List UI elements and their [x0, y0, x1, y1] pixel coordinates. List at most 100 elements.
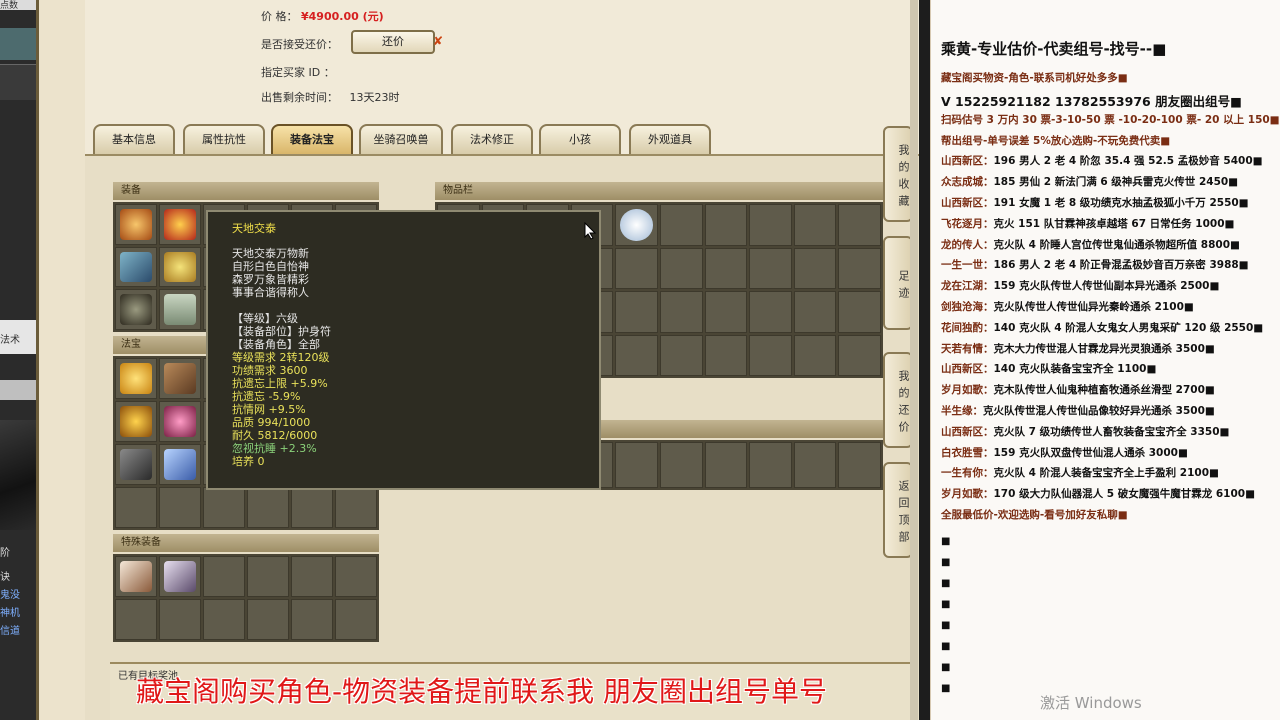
special-slot[interactable] — [291, 556, 333, 597]
fabao-slot[interactable] — [159, 401, 201, 442]
item-slot[interactable] — [704, 291, 748, 333]
fabao-slot[interactable] — [115, 401, 157, 442]
special-slot[interactable] — [247, 556, 289, 597]
favorites-button[interactable]: 我的收藏 — [883, 126, 913, 222]
special-slot[interactable] — [159, 599, 201, 640]
fabao-slot[interactable] — [115, 358, 157, 399]
item-slot[interactable] — [659, 442, 703, 488]
panel-title: 乘黄-专业估价-代卖组号-找号--■ — [941, 40, 1167, 58]
special-slot[interactable] — [115, 599, 157, 640]
server-name: 众志成城： — [941, 176, 994, 189]
fabao-slot[interactable] — [335, 487, 377, 528]
grey-block — [0, 380, 36, 400]
left-label-ghost[interactable]: 鬼没 — [0, 586, 20, 601]
item-slot[interactable] — [704, 334, 748, 376]
item-slot[interactable] — [838, 334, 881, 376]
bargain-label: 是否接受还价： — [261, 38, 338, 51]
server-name: 山西新区： — [941, 363, 994, 376]
equip-slot[interactable] — [115, 289, 157, 330]
item-slot[interactable] — [838, 247, 881, 289]
item-slot[interactable] — [838, 204, 881, 246]
item-slot[interactable] — [749, 204, 792, 246]
item-slot[interactable] — [659, 291, 703, 333]
special-slot[interactable] — [335, 556, 377, 597]
listing-text: 帮出组号-单号误差 5%放心选购-不玩免费代卖■ — [941, 134, 1171, 147]
price-value: ¥4900.00 (元) — [301, 10, 384, 23]
item-slot[interactable] — [838, 442, 881, 488]
tab-basic-info[interactable]: 基本信息 — [93, 124, 175, 154]
special-slot[interactable] — [115, 556, 157, 597]
item-slot[interactable] — [793, 442, 837, 488]
price-label: 价 格： — [261, 10, 298, 23]
fabao-slot[interactable] — [203, 487, 245, 528]
item-slot[interactable] — [704, 247, 748, 289]
special-slot[interactable] — [247, 599, 289, 640]
buyer-id-label: 指定买家 ID ： — [261, 66, 335, 79]
listing-line: 白衣胜雪：159 克火队双盘传世仙混人通杀 3000■ — [941, 445, 1188, 460]
my-bargain-button[interactable]: 我的还价 — [883, 352, 913, 448]
tooltip-poem-line: 事事合谐得称人 — [232, 286, 309, 299]
item-slot[interactable] — [749, 247, 792, 289]
item-slot[interactable] — [749, 442, 792, 488]
teal-block[interactable] — [0, 28, 36, 60]
back-to-top-button[interactable]: 返回顶部 — [883, 462, 913, 558]
listing-text: 藏宝阁买物资-角色-联系司机好处多多■ — [941, 72, 1128, 84]
listing-text: 191 女魔 1 老 8 级功绩克水抽孟极狐小千万 2550■ — [993, 197, 1249, 209]
item-slot[interactable] — [615, 247, 658, 289]
equip-slot[interactable] — [159, 289, 201, 330]
special-slot[interactable] — [291, 599, 333, 640]
item-slot[interactable] — [615, 204, 658, 246]
scrollbar[interactable] — [910, 0, 918, 720]
special-slot[interactable] — [203, 599, 245, 640]
fabao-slot[interactable] — [247, 487, 289, 528]
listing-text: 克木大力传世混人甘霖龙异光灵狼通杀 3500■ — [993, 342, 1215, 355]
item-slot[interactable] — [659, 204, 703, 246]
tab-appearance[interactable]: 外观道具 — [629, 124, 711, 154]
equip-slot[interactable] — [115, 246, 157, 288]
equip-slot[interactable] — [115, 204, 157, 245]
left-label-spell[interactable]: 法术 — [0, 331, 20, 346]
fabao-slot[interactable] — [115, 444, 157, 485]
windows-watermark: 激活 Windows — [1040, 694, 1142, 712]
tooltip-slot: 【装备部位】护身符 — [232, 325, 331, 338]
item-slot[interactable] — [793, 334, 837, 376]
fabao-slot[interactable] — [159, 358, 201, 399]
special-slot[interactable] — [203, 556, 245, 597]
fabao-slot[interactable] — [159, 444, 201, 485]
special-slot[interactable] — [335, 599, 377, 640]
special-slot[interactable] — [159, 556, 201, 597]
item-slot[interactable] — [704, 442, 748, 488]
item-slot[interactable] — [793, 204, 837, 246]
tooltip-green-stat: 忽视抗睡 +2.3% — [232, 442, 317, 455]
left-label-channel[interactable]: 信道 — [0, 622, 20, 637]
equip-slot[interactable] — [159, 246, 201, 288]
item-slot[interactable] — [615, 334, 658, 376]
tab-attributes[interactable]: 属性抗性 — [183, 124, 265, 154]
item-tooltip: 天地交泰 天地交泰万物新 自形白色自怡神 森罗万象皆精彩 事事合谐得称人 【等级… — [206, 210, 601, 490]
tab-child[interactable]: 小孩 — [539, 124, 621, 154]
item-slot[interactable] — [749, 291, 792, 333]
item-slot[interactable] — [793, 291, 837, 333]
tab-mounts[interactable]: 坐骑召唤兽 — [359, 124, 443, 154]
item-slot[interactable] — [615, 442, 658, 488]
item-slot[interactable] — [793, 247, 837, 289]
listing-line: 龙的传人：克火队 4 阶睡人宫位传世鬼仙通杀物超所值 8800■ — [941, 237, 1240, 252]
tooltip-stat: 等级需求 2转120级 — [232, 351, 330, 364]
item-slot[interactable] — [659, 247, 703, 289]
bargain-button[interactable]: 还价 — [351, 30, 435, 54]
item-slot[interactable] — [659, 334, 703, 376]
equip-slot[interactable] — [159, 204, 201, 245]
fabao-slot[interactable] — [115, 487, 157, 528]
left-label-machine[interactable]: 神机 — [0, 604, 20, 619]
server-name: 岁月如歌： — [941, 384, 994, 397]
listing-text: 170 级大力队仙器混人 5 破女魔强牛魔甘霖龙 6100■ — [993, 488, 1256, 501]
fabao-slot[interactable] — [159, 487, 201, 528]
tab-spells[interactable]: 法术修正 — [451, 124, 533, 154]
item-slot[interactable] — [704, 204, 748, 246]
tab-equipment[interactable]: 装备法宝 — [271, 124, 353, 154]
item-slot[interactable] — [749, 334, 792, 376]
item-slot[interactable] — [615, 291, 658, 333]
item-slot[interactable] — [838, 291, 881, 333]
footprint-button[interactable]: 足迹 — [883, 236, 913, 330]
fabao-slot[interactable] — [291, 487, 333, 528]
